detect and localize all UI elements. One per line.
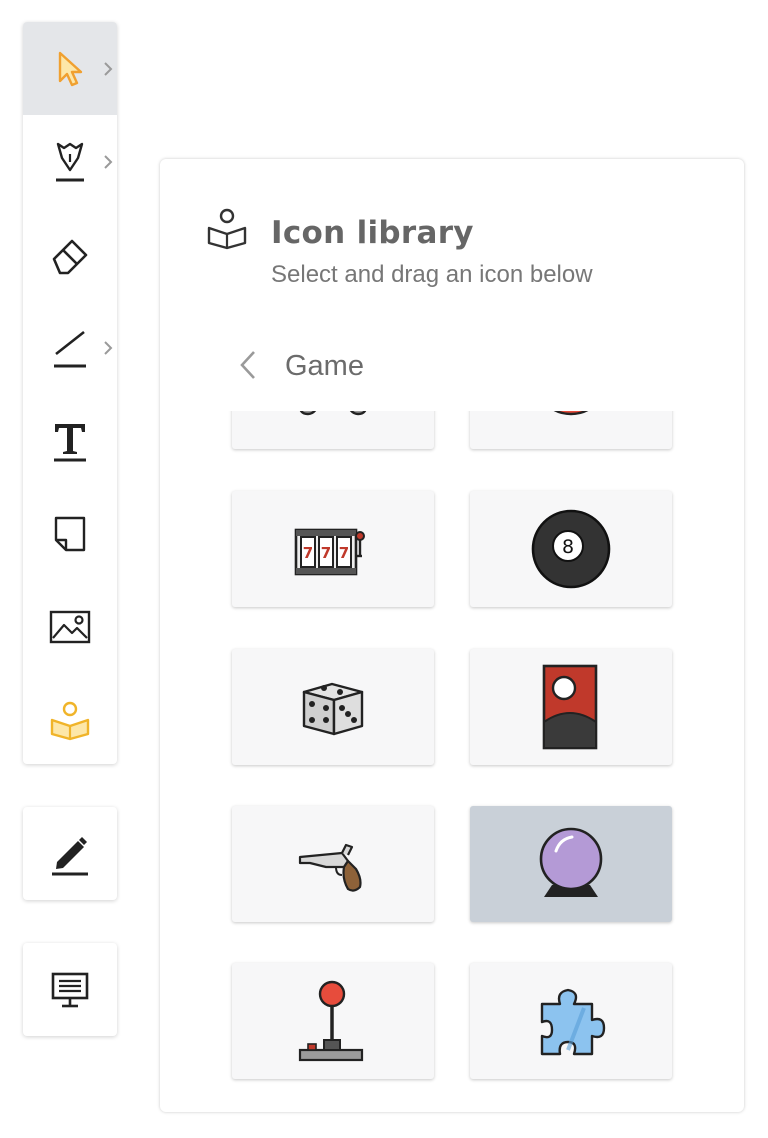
- category-breadcrumb[interactable]: Game: [285, 350, 364, 383]
- icon-tile-joystick[interactable]: [232, 963, 434, 1079]
- icon-tile-revolver[interactable]: [232, 806, 434, 922]
- svg-text:7: 7: [303, 544, 313, 562]
- panel-title: Icon library: [271, 215, 474, 251]
- eraser-icon: [52, 239, 88, 274]
- chevron-right-icon: [104, 154, 113, 169]
- puzzle-piece-icon: [540, 988, 606, 1056]
- panel-subtitle: Select and drag an icon below: [271, 261, 593, 288]
- icon-tile-dice[interactable]: [232, 649, 434, 765]
- eraser-tool-button[interactable]: [23, 208, 117, 301]
- dice-icon: [302, 682, 364, 736]
- icon-tile-eight-ball[interactable]: 8: [470, 491, 672, 607]
- icon-tile-dartboard[interactable]: [470, 411, 672, 449]
- joystick-icon: [298, 980, 364, 1062]
- cursor-icon: [58, 51, 83, 86]
- icon-tile-crystal-ball[interactable]: [470, 806, 672, 922]
- icon-tile-gamepad[interactable]: [232, 411, 434, 449]
- tool-bar: [23, 22, 117, 764]
- crystal-ball-icon: [539, 827, 603, 897]
- line-tool-button[interactable]: [23, 301, 117, 394]
- annotate-button[interactable]: [23, 807, 117, 900]
- book-reader-icon: [207, 208, 247, 250]
- icon-tile-puzzle-piece[interactable]: [470, 963, 672, 1079]
- image-icon: [49, 610, 91, 643]
- line-icon: [54, 330, 86, 367]
- slot-machine-icon: 7 7 7: [294, 528, 365, 576]
- book-reader-icon: [50, 701, 90, 740]
- icon-library-panel: Icon library Select and drag an icon bel…: [160, 159, 744, 1112]
- chevron-left-icon: [240, 351, 255, 379]
- sticky-note-tool-button[interactable]: [23, 487, 117, 580]
- chevron-right-icon: [104, 340, 113, 355]
- text-tool-button[interactable]: [23, 394, 117, 487]
- image-tool-button[interactable]: [23, 580, 117, 673]
- pen-tool-button[interactable]: [23, 115, 117, 208]
- gamepad-icon: [299, 411, 367, 416]
- pen-nib-icon: [56, 142, 84, 181]
- icon-tile-cornhole-board[interactable]: [470, 649, 672, 765]
- eight-ball-icon: 8: [531, 509, 611, 589]
- svg-text:7: 7: [321, 544, 331, 562]
- revolver-icon: [298, 843, 362, 892]
- svg-text:7: 7: [339, 544, 349, 562]
- monitor-icon: [51, 972, 89, 1007]
- dartboard-icon: [553, 411, 589, 416]
- icon-library-tool-button[interactable]: [23, 673, 117, 766]
- cornhole-board-icon: [542, 664, 598, 750]
- chevron-right-icon: [104, 61, 113, 76]
- svg-text:8: 8: [562, 536, 574, 558]
- icon-tile-slot-machine[interactable]: 7 7 7: [232, 491, 434, 607]
- select-tool-button[interactable]: [23, 22, 117, 115]
- text-icon: [54, 423, 86, 461]
- icon-grid: 7 7 7 8: [160, 411, 744, 1112]
- back-button[interactable]: [236, 347, 260, 383]
- pencil-icon: [52, 836, 88, 875]
- present-button[interactable]: [23, 943, 117, 1036]
- panel-collapse-handle[interactable]: [0, 602, 26, 668]
- sticky-note-icon: [54, 516, 86, 551]
